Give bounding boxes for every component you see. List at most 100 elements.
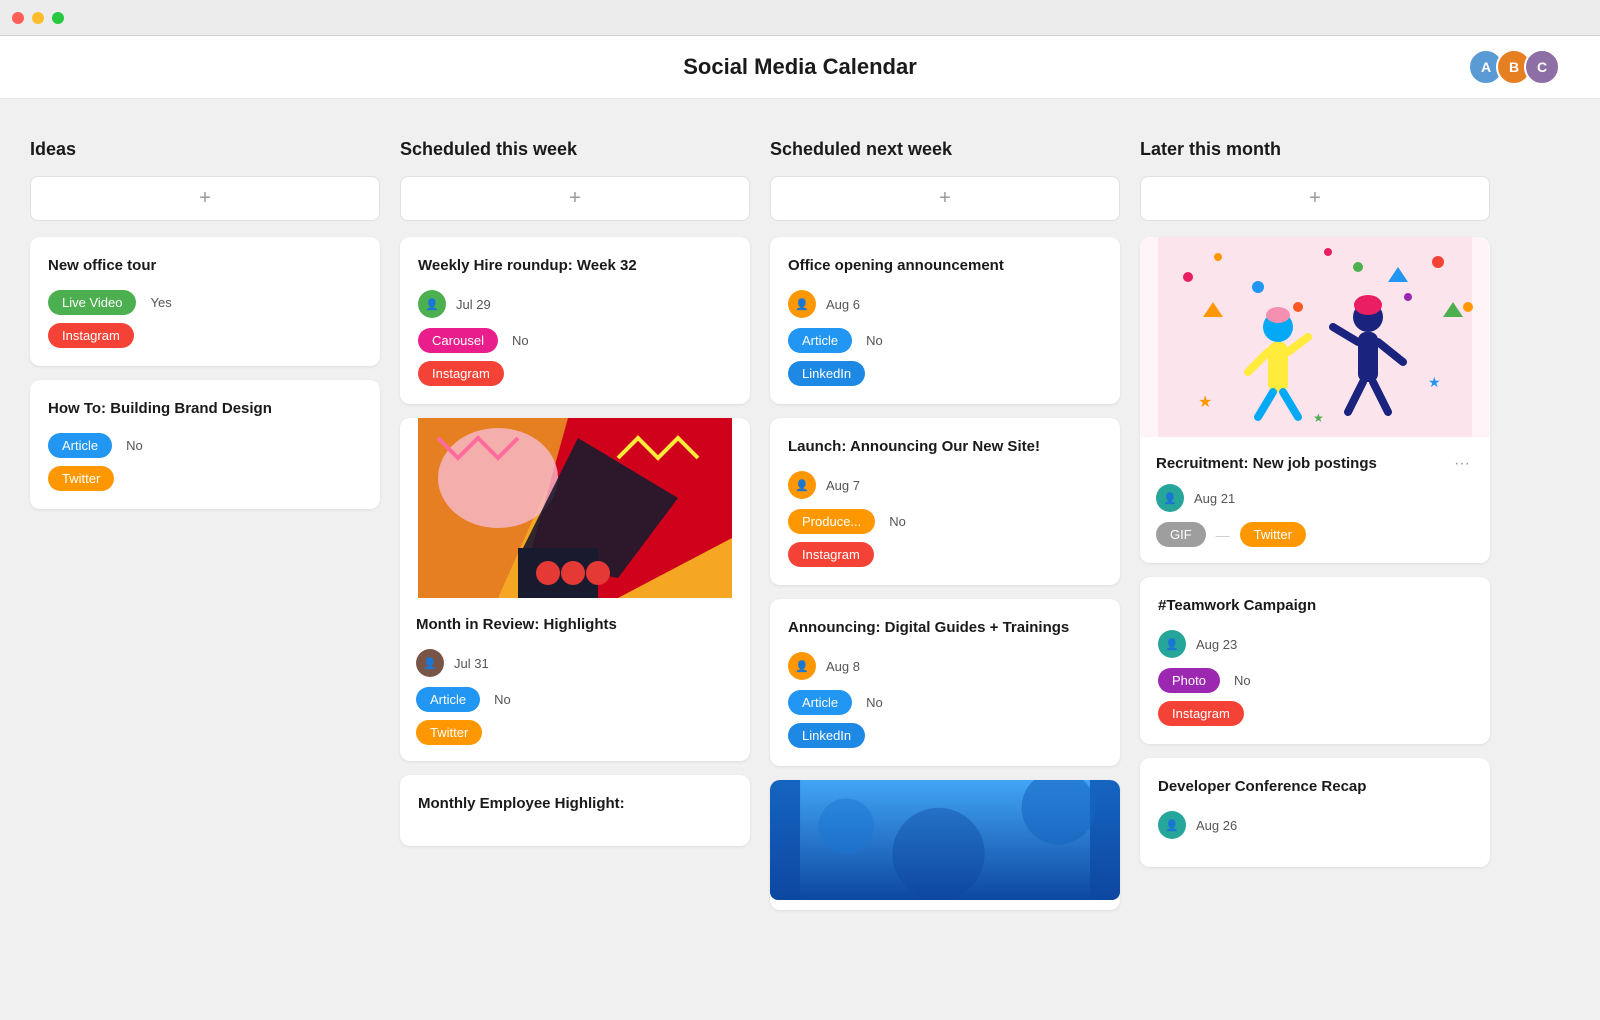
user-avatar-site: 👤: [788, 471, 816, 499]
celebration-illustration: ★ ★ ★: [1140, 237, 1490, 437]
user-avatar-recruit: 👤: [1156, 484, 1184, 512]
traffic-light-yellow[interactable]: [32, 12, 44, 24]
tag-article-guides[interactable]: Article: [788, 690, 852, 715]
tag-linkedin-guides[interactable]: LinkedIn: [788, 723, 865, 748]
tag-article-office[interactable]: Article: [788, 328, 852, 353]
tag-no-1: No: [126, 438, 143, 453]
tag-gif[interactable]: GIF: [1156, 522, 1206, 547]
card-date-review: Jul 31: [454, 656, 489, 671]
card-title: Office opening announcement: [788, 255, 1102, 276]
tag-linkedin-office[interactable]: LinkedIn: [788, 361, 865, 386]
card-date-recruit: Aug 21: [1194, 491, 1235, 506]
card-meta: 👤 Jul 29: [418, 290, 732, 318]
column-title-ideas: Ideas: [30, 139, 380, 160]
column-scheduled-next-week: Scheduled next week + Office opening ann…: [770, 139, 1120, 924]
tag-instagram-1[interactable]: Instagram: [48, 323, 134, 348]
tag-no-review: No: [494, 692, 511, 707]
user-avatar-guides: 👤: [788, 652, 816, 680]
tag-article-1[interactable]: Article: [48, 433, 112, 458]
card-new-office-tour: New office tour Live Video Yes Instagram: [30, 237, 380, 366]
blue-image: [770, 780, 1120, 900]
card-weekly-hire: Weekly Hire roundup: Week 32 👤 Jul 29 Ca…: [400, 237, 750, 404]
card-title: New office tour: [48, 255, 362, 276]
card-meta: 👤 Aug 21: [1156, 484, 1474, 512]
card-dev-conference: Developer Conference Recap 👤 Aug 26: [1140, 758, 1490, 867]
card-title: #Teamwork Campaign: [1158, 595, 1472, 616]
card-month-review: Month in Review: Highlights 👤 Jul 31 Art…: [400, 418, 750, 761]
card-title: Launch: Announcing Our New Site!: [788, 436, 1102, 457]
tag-instagram-site[interactable]: Instagram: [788, 542, 874, 567]
card-new-site: Launch: Announcing Our New Site! 👤 Aug 7…: [770, 418, 1120, 585]
user-avatar-review: 👤: [416, 649, 444, 677]
tag-yes: Yes: [150, 295, 171, 310]
card-image: [400, 418, 750, 598]
card-date-hire: Jul 29: [456, 297, 491, 312]
card-brand-design: How To: Building Brand Design Article No…: [30, 380, 380, 509]
artwork-image: [400, 418, 750, 598]
title-bar: [0, 0, 1600, 36]
user-avatar-office: 👤: [788, 290, 816, 318]
card-meta: 👤 Aug 23: [1158, 630, 1472, 658]
add-card-next-week[interactable]: +: [770, 176, 1120, 221]
avatar-3[interactable]: C: [1524, 49, 1560, 85]
card-title: Month in Review: Highlights: [416, 614, 734, 635]
tag-separator: —: [1216, 527, 1230, 543]
tag-no-hire: No: [512, 333, 529, 348]
card-title: Announcing: Digital Guides + Trainings: [788, 617, 1102, 638]
app-header: Social Media Calendar A B C: [0, 36, 1600, 99]
user-avatar-hire: 👤: [418, 290, 446, 318]
card-meta: 👤 Aug 26: [1158, 811, 1472, 839]
card-date-teamwork: Aug 23: [1196, 637, 1237, 652]
card-date-site: Aug 7: [826, 478, 860, 493]
column-title-next-week: Scheduled next week: [770, 139, 1120, 160]
column-scheduled-week: Scheduled this week + Weekly Hire roundu…: [400, 139, 750, 860]
tag-no-office: No: [866, 333, 883, 348]
tag-live-video[interactable]: Live Video: [48, 290, 136, 315]
tag-no-teamwork: No: [1234, 673, 1251, 688]
card-image-bottom: [770, 780, 1120, 910]
add-card-scheduled-week[interactable]: +: [400, 176, 750, 221]
svg-text:★: ★: [1313, 411, 1324, 425]
card-tags: Live Video Yes: [48, 290, 362, 315]
tag-produce[interactable]: Produce...: [788, 509, 875, 534]
tag-no-guides: No: [866, 695, 883, 710]
tag-instagram-hire[interactable]: Instagram: [418, 361, 504, 386]
card-meta: 👤 Aug 7: [788, 471, 1102, 499]
user-avatar-teamwork: 👤: [1158, 630, 1186, 658]
board: Ideas + New office tour Live Video Yes I…: [0, 99, 1600, 964]
card-title: Monthly Employee Highlight:: [418, 793, 732, 814]
page-title: Social Media Calendar: [683, 54, 917, 80]
column-ideas: Ideas + New office tour Live Video Yes I…: [30, 139, 380, 523]
add-card-later[interactable]: +: [1140, 176, 1490, 221]
add-card-ideas[interactable]: +: [30, 176, 380, 221]
card-meta: 👤 Jul 31: [416, 649, 734, 677]
tag-article-review[interactable]: Article: [416, 687, 480, 712]
card-meta: 👤 Aug 6: [788, 290, 1102, 318]
svg-text:★: ★: [1428, 374, 1441, 390]
tag-carousel[interactable]: Carousel: [418, 328, 498, 353]
card-recruitment: ★ ★ ★ Recruitment: New job postings ··· …: [1140, 237, 1490, 563]
tag-twitter-1[interactable]: Twitter: [48, 466, 114, 491]
user-avatar-devconf: 👤: [1158, 811, 1186, 839]
card-date-devconf: Aug 26: [1196, 818, 1237, 833]
card-title: Developer Conference Recap: [1158, 776, 1472, 797]
column-title-scheduled-week: Scheduled this week: [400, 139, 750, 160]
traffic-light-red[interactable]: [12, 12, 24, 24]
tag-instagram-teamwork[interactable]: Instagram: [1158, 701, 1244, 726]
card-date-guides: Aug 8: [826, 659, 860, 674]
card-monthly-employee: Monthly Employee Highlight:: [400, 775, 750, 846]
tag-twitter-review[interactable]: Twitter: [416, 720, 482, 745]
tag-no-site: No: [889, 514, 906, 529]
card-tags: Article No: [48, 433, 362, 458]
column-later-month: Later this month +: [1140, 139, 1490, 881]
card-title: Recruitment: New job postings: [1156, 453, 1377, 474]
card-meta: 👤 Aug 8: [788, 652, 1102, 680]
tag-twitter-recruit[interactable]: Twitter: [1240, 522, 1306, 547]
card-date-office: Aug 6: [826, 297, 860, 312]
more-options-btn[interactable]: ···: [1450, 453, 1474, 475]
card-teamwork: #Teamwork Campaign 👤 Aug 23 Photo No Ins…: [1140, 577, 1490, 744]
traffic-light-green[interactable]: [52, 12, 64, 24]
avatar-group: A B C: [1476, 49, 1560, 85]
card-title: How To: Building Brand Design: [48, 398, 362, 419]
tag-photo[interactable]: Photo: [1158, 668, 1220, 693]
